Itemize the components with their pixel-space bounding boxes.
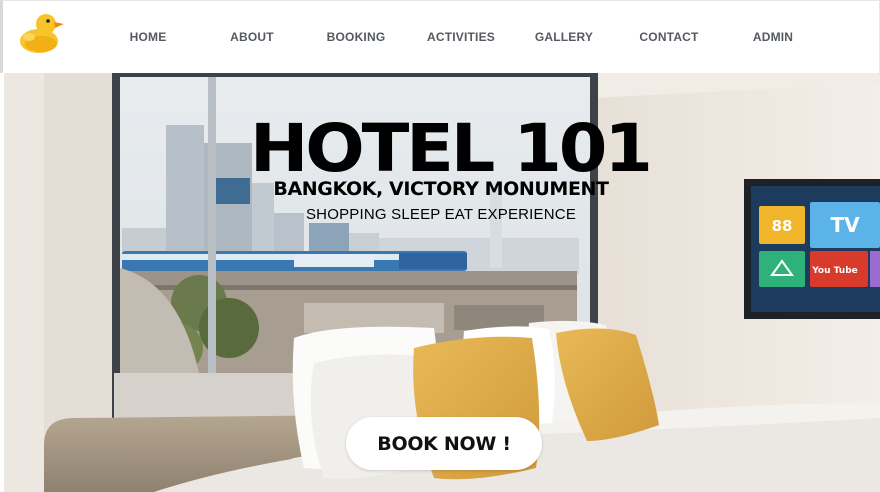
hero-subtitle: BANGKOK, VICTORY MONUMENT [273, 178, 609, 200]
duck-logo-icon[interactable] [17, 7, 65, 55]
hero-tagline: SHOPPING SLEEP EAT EXPERIENCE [305, 206, 577, 223]
nav-link-gallery[interactable]: GALLERY [535, 30, 593, 46]
top-navigation-bar: HOME ABOUT BOOKING ACTIVITIES GALLERY CO… [0, 0, 880, 73]
tv-tile-88-label: 88 [772, 217, 793, 235]
hero-title: HOTEL 101 [249, 110, 653, 187]
nav-link-home[interactable]: HOME [130, 30, 167, 46]
tv-tile-tv-label: TV [830, 213, 860, 237]
nav-link-activities[interactable]: ACTIVITIES [427, 30, 495, 46]
nav-link-booking[interactable]: BOOKING [327, 30, 386, 46]
nav-link-contact[interactable]: CONTACT [639, 30, 698, 46]
hero-section: 88 TV You Tube HOTEL 101 BANGKOK, VICTOR… [4, 73, 880, 492]
nav-link-about[interactable]: ABOUT [230, 30, 274, 46]
nav-link-admin[interactable]: ADMIN [753, 30, 793, 46]
book-now-button[interactable]: BOOK NOW ! [346, 417, 542, 470]
tv-tile-youtube-label: You Tube [811, 266, 858, 276]
